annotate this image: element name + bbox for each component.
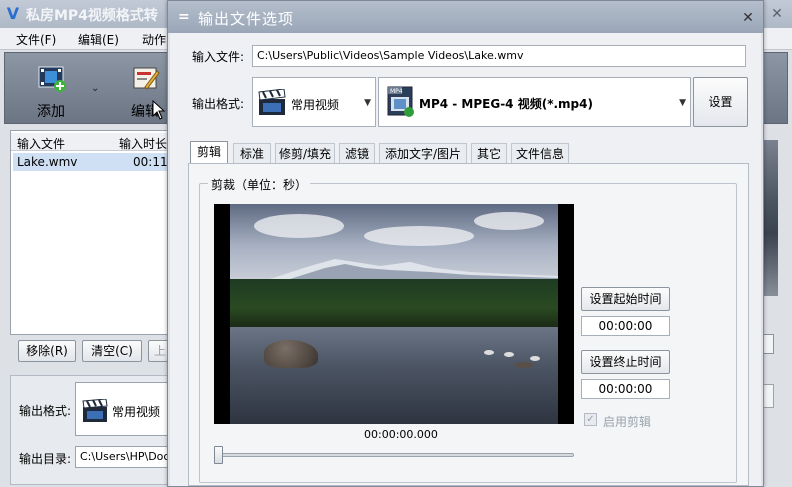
preview-slider-track[interactable] xyxy=(214,453,574,457)
preview-bird xyxy=(504,352,514,357)
input-file-label: 输入文件: xyxy=(192,50,245,64)
add-button-label: 添加 xyxy=(37,104,65,120)
main-output-format-value: 常用视频 xyxy=(112,405,161,419)
set-start-time-button[interactable]: 设置起始时间 xyxy=(581,287,670,311)
end-time-field[interactable]: 00:00:00 xyxy=(581,379,670,399)
menu-file[interactable]: 文件(F) xyxy=(16,31,56,48)
clapperboard-icon xyxy=(258,89,286,115)
remove-button[interactable]: 移除(R) xyxy=(18,340,76,362)
main-output-dir-field[interactable]: C:\Users\HP\Docum xyxy=(75,446,175,468)
edit-button[interactable]: 编辑 xyxy=(115,57,175,120)
svg-text:MP4: MP4 xyxy=(390,88,403,95)
dialog-title: 输出文件选项 xyxy=(198,10,295,28)
main-window-title: 私房MP4视频格式转 xyxy=(26,8,158,24)
output-format-combo[interactable]: MP4 MP4 - MPEG-4 视频(*.mp4) ▼ xyxy=(378,77,691,127)
file-list-row[interactable]: Lake.wmv 00:11 xyxy=(13,153,169,171)
dialog-body: 输入文件: C:\Users\Public\Videos\Sample Vide… xyxy=(170,33,761,486)
format-category-combo[interactable]: 常用视频 ▼ xyxy=(252,77,376,127)
add-button[interactable]: 添加 xyxy=(21,57,81,120)
add-dropdown-chevron-icon[interactable]: ⌄ xyxy=(91,83,99,94)
dialog-titlebar: = 输出文件选项 ✕ xyxy=(168,1,763,33)
main-output-panel: 输出格式: 常用视频 输出目录: C:\Users\HP\Docum xyxy=(10,375,175,485)
tab-add-text-image[interactable]: 添加文字/图片 xyxy=(379,143,467,163)
set-end-time-button[interactable]: 设置终止时间 xyxy=(581,350,670,374)
tab-clip[interactable]: 剪辑 xyxy=(190,141,228,163)
file-list-header: 输入文件 输入时长 xyxy=(11,133,171,151)
main-close-icon[interactable]: ✕ xyxy=(768,6,786,22)
enable-clip-checkbox[interactable]: ✓ xyxy=(584,413,597,426)
category-dropdown-arrow-icon: ▼ xyxy=(364,98,371,108)
settings-button[interactable]: 设置 xyxy=(693,77,748,127)
edit-video-icon xyxy=(133,67,160,90)
tab-trim-pad[interactable]: 修剪/填充 xyxy=(275,143,335,163)
main-preview-strip xyxy=(762,140,778,296)
preview-slider-thumb[interactable] xyxy=(214,446,223,464)
preview-bird xyxy=(484,350,494,355)
clear-button[interactable]: 清空(C) xyxy=(82,340,142,362)
main-output-format-selector[interactable]: 常用视频 xyxy=(75,382,175,436)
crop-group-title: 剪裁（单位：秒） xyxy=(208,176,311,193)
tab-filter[interactable]: 滤镜 xyxy=(339,143,375,163)
preview-mountains xyxy=(270,259,558,280)
mouse-cursor-icon xyxy=(152,100,166,120)
preview-timecode: 00:00:00.000 xyxy=(364,428,438,441)
tab-standard[interactable]: 标准 xyxy=(233,143,271,163)
output-format-label: 输出格式: xyxy=(192,97,245,111)
enable-clip-label: 启用剪辑 xyxy=(603,415,652,429)
tab-other[interactable]: 其它 xyxy=(471,143,507,163)
preview-small-rock xyxy=(514,362,534,368)
input-file-field[interactable]: C:\Users\Public\Videos\Sample Videos\Lak… xyxy=(252,45,746,67)
mp4-file-icon: MP4 xyxy=(387,86,414,117)
edit-button-label: 编辑 xyxy=(131,104,159,120)
column-input-file[interactable]: 输入文件 xyxy=(17,135,65,152)
video-preview xyxy=(214,204,574,424)
preview-rock xyxy=(264,340,318,368)
output-format-value: MP4 - MPEG-4 视频(*.mp4) xyxy=(419,97,593,111)
column-input-duration[interactable]: 输入时长 xyxy=(119,135,167,152)
output-options-dialog: = 输出文件选项 ✕ 输入文件: C:\Users\Public\Videos\… xyxy=(167,0,764,487)
dialog-close-icon[interactable]: ✕ xyxy=(740,10,756,26)
preview-bird xyxy=(530,356,540,361)
main-output-format-label: 输出格式: xyxy=(19,404,72,418)
tab-file-info[interactable]: 文件信息 xyxy=(511,143,569,163)
preview-forest xyxy=(230,279,558,327)
start-time-field[interactable]: 00:00:00 xyxy=(581,316,670,336)
add-video-icon xyxy=(38,66,66,92)
format-dropdown-arrow-icon: ▼ xyxy=(679,98,686,108)
file-duration-cell: 00:11 xyxy=(133,155,168,169)
dialog-menu-icon: = xyxy=(178,9,190,25)
file-name-cell: Lake.wmv xyxy=(17,155,78,169)
format-category-value: 常用视频 xyxy=(291,98,340,112)
app-logo-icon: V xyxy=(6,4,20,23)
menu-edit[interactable]: 编辑(E) xyxy=(78,31,119,48)
main-output-dir-label: 输出目录: xyxy=(19,452,72,466)
clapperboard-icon xyxy=(82,399,108,422)
file-list-panel: 输入文件 输入时长 Lake.wmv 00:11 xyxy=(10,130,171,335)
